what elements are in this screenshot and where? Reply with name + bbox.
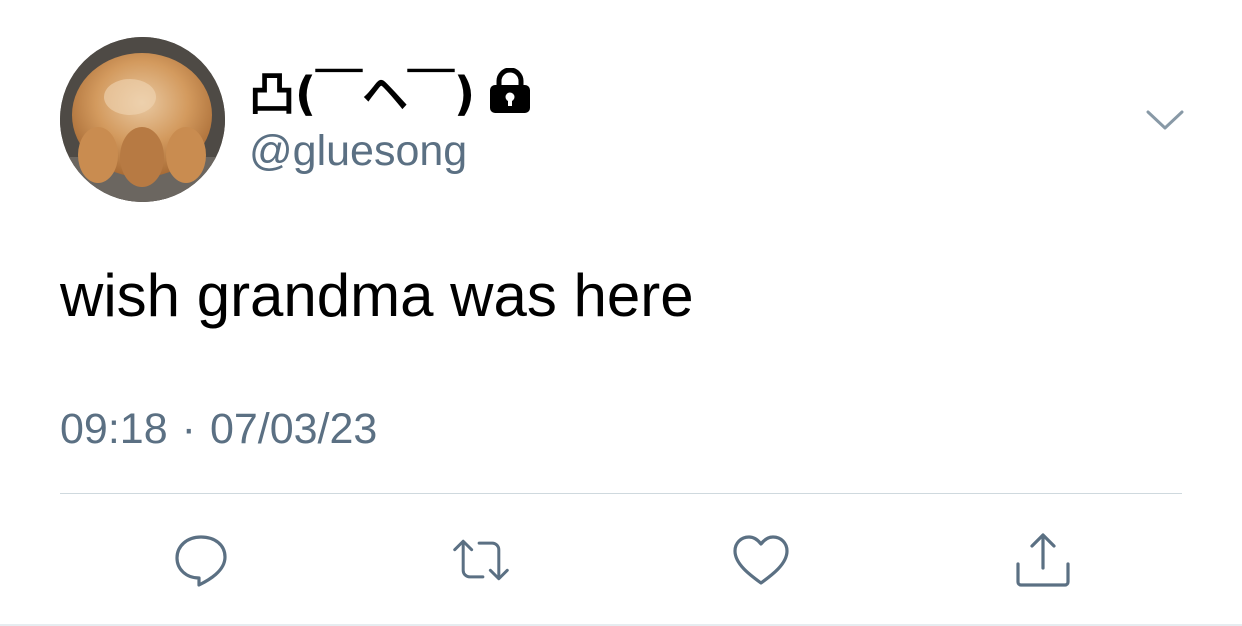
reply-button[interactable] xyxy=(171,530,231,590)
tweet-date: 07/03/23 xyxy=(209,405,378,453)
share-button[interactable] xyxy=(1013,530,1073,590)
avatar[interactable] xyxy=(60,37,225,202)
user-handle[interactable]: @gluesong xyxy=(249,124,467,178)
speech-bubble-icon xyxy=(175,535,227,587)
display-name-text: 凸(￣ヘ￣) xyxy=(249,67,476,121)
heart-icon xyxy=(733,535,789,585)
display-name[interactable]: 凸(￣ヘ￣) xyxy=(249,60,531,122)
tweet-text: wish grandma was here xyxy=(60,262,694,329)
lock-icon xyxy=(489,67,531,114)
retweet-arrows-icon xyxy=(453,539,509,581)
divider xyxy=(60,493,1182,494)
separator-dot: · xyxy=(181,405,196,453)
share-upload-icon xyxy=(1016,533,1070,587)
chevron-down-icon[interactable] xyxy=(1145,104,1185,134)
retweet-button[interactable] xyxy=(451,530,511,590)
timestamp[interactable]: 09:18 · 07/03/23 xyxy=(60,402,377,456)
tweet-time: 09:18 xyxy=(60,405,168,453)
like-button[interactable] xyxy=(731,530,791,590)
